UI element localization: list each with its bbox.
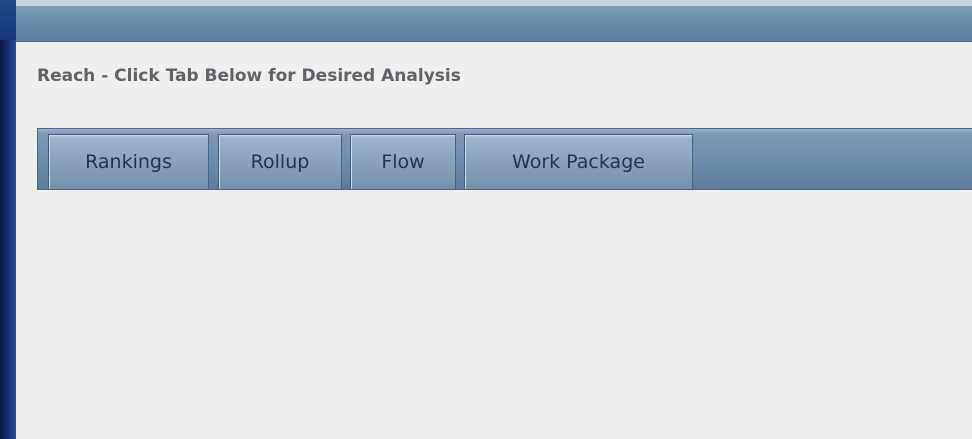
page-heading: Reach - Click Tab Below for Desired Anal… <box>37 66 461 86</box>
tab-work-package[interactable]: Work Package <box>464 134 693 190</box>
tab-rankings[interactable]: Rankings <box>48 134 209 190</box>
window-titlebar <box>16 0 972 42</box>
analysis-tab-bar: Rankings Rollup Flow Work Package <box>37 128 972 190</box>
desktop-left-edge <box>0 0 16 439</box>
tab-flow[interactable]: Flow <box>350 134 456 190</box>
app-window: Reach - Click Tab Below for Desired Anal… <box>16 0 972 439</box>
tab-rollup[interactable]: Rollup <box>218 134 342 190</box>
